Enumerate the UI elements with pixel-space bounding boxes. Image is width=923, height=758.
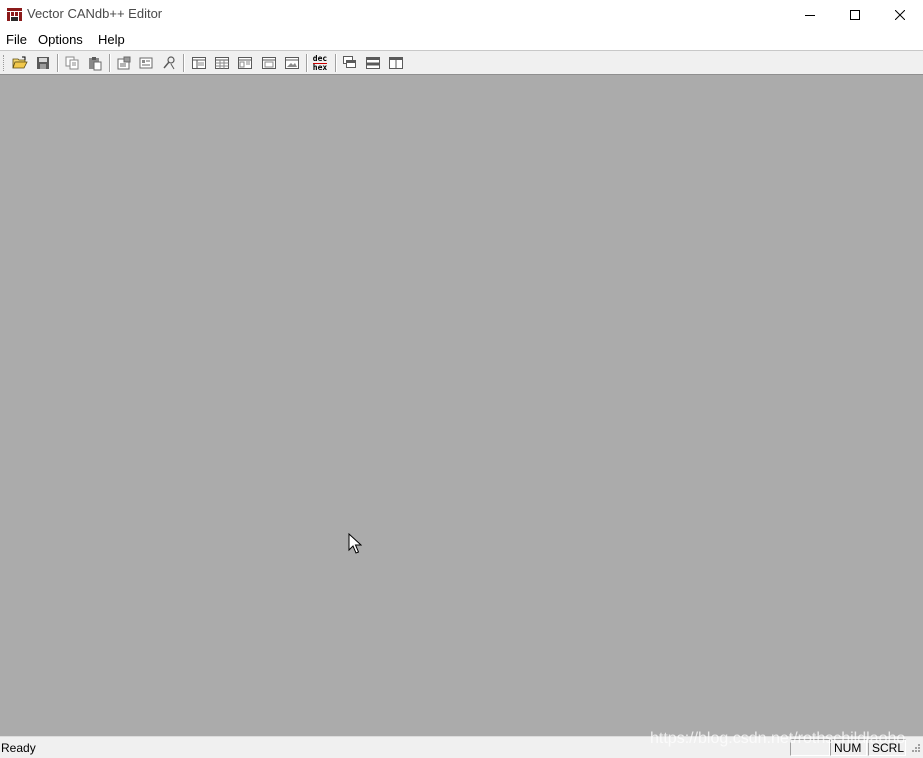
paste-button[interactable] <box>85 53 105 73</box>
toolbar-separator <box>109 54 111 72</box>
candb-app-icon[interactable] <box>6 7 23 22</box>
menu-options[interactable]: Options <box>38 32 83 47</box>
toolbar-separator <box>335 54 337 72</box>
network-node-icon <box>163 56 175 70</box>
cascade-windows-icon <box>343 56 356 68</box>
toolbar-separator <box>57 54 59 72</box>
size-grip-icon[interactable] <box>909 743 921 755</box>
watermark-text: https://blog.csdn.net/rothschildlaoho <box>650 730 906 747</box>
toolbar-grip[interactable] <box>3 55 6 71</box>
title-bar[interactable]: Vector CANdb++ Editor <box>0 0 923 29</box>
paste-icon <box>89 57 102 71</box>
toolbar-separator <box>183 54 185 72</box>
overview-button[interactable] <box>189 53 209 73</box>
dec-hex-toggle-button[interactable]: dec hex <box>310 53 330 73</box>
mdi-client-area[interactable] <box>0 75 923 736</box>
maximize-button[interactable] <box>832 0 878 29</box>
minimize-icon <box>805 14 815 16</box>
properties-icon <box>117 56 131 70</box>
menu-help[interactable]: Help <box>98 32 125 47</box>
tile-horizontal-icon <box>366 57 380 69</box>
window-title: Vector CANdb++ Editor <box>27 6 163 21</box>
close-button[interactable] <box>877 0 923 29</box>
hex-label: hex <box>312 62 328 72</box>
maximize-icon <box>850 9 860 20</box>
detail-view-icon <box>238 57 252 69</box>
picture-view-button[interactable] <box>282 53 302 73</box>
tile-horizontal-button[interactable] <box>363 53 383 73</box>
tile-vertical-icon <box>389 57 403 69</box>
mouse-cursor-icon <box>348 533 362 554</box>
menu-bar: File Options Help <box>0 29 923 49</box>
close-icon <box>895 9 905 20</box>
status-message: Ready <box>1 741 36 755</box>
toolbar-separator <box>306 54 308 72</box>
open-button[interactable] <box>10 53 30 73</box>
open-folder-icon <box>12 56 28 69</box>
properties-button[interactable] <box>114 53 134 73</box>
grid-view-button[interactable] <box>212 53 232 73</box>
detail-view-button[interactable] <box>235 53 255 73</box>
copy-button[interactable] <box>62 53 82 73</box>
save-icon <box>37 57 49 69</box>
list-view-button[interactable] <box>136 53 156 73</box>
window-view-icon <box>262 57 276 69</box>
overview-icon <box>192 57 206 69</box>
tile-vertical-button[interactable] <box>386 53 406 73</box>
window-view-button[interactable] <box>259 53 279 73</box>
save-button[interactable] <box>33 53 53 73</box>
minimize-button[interactable] <box>787 0 833 29</box>
cascade-windows-button[interactable] <box>340 53 360 73</box>
menu-file[interactable]: File <box>6 32 27 47</box>
copy-icon <box>65 56 79 70</box>
list-view-icon <box>139 57 153 69</box>
picture-view-icon <box>285 57 299 69</box>
dec-hex-toggle-icon: dec hex <box>312 53 328 72</box>
toolbar: dec hex <box>0 50 923 75</box>
grid-view-icon <box>215 57 229 69</box>
dec-label: dec <box>312 53 328 63</box>
network-node-button[interactable] <box>159 53 179 73</box>
